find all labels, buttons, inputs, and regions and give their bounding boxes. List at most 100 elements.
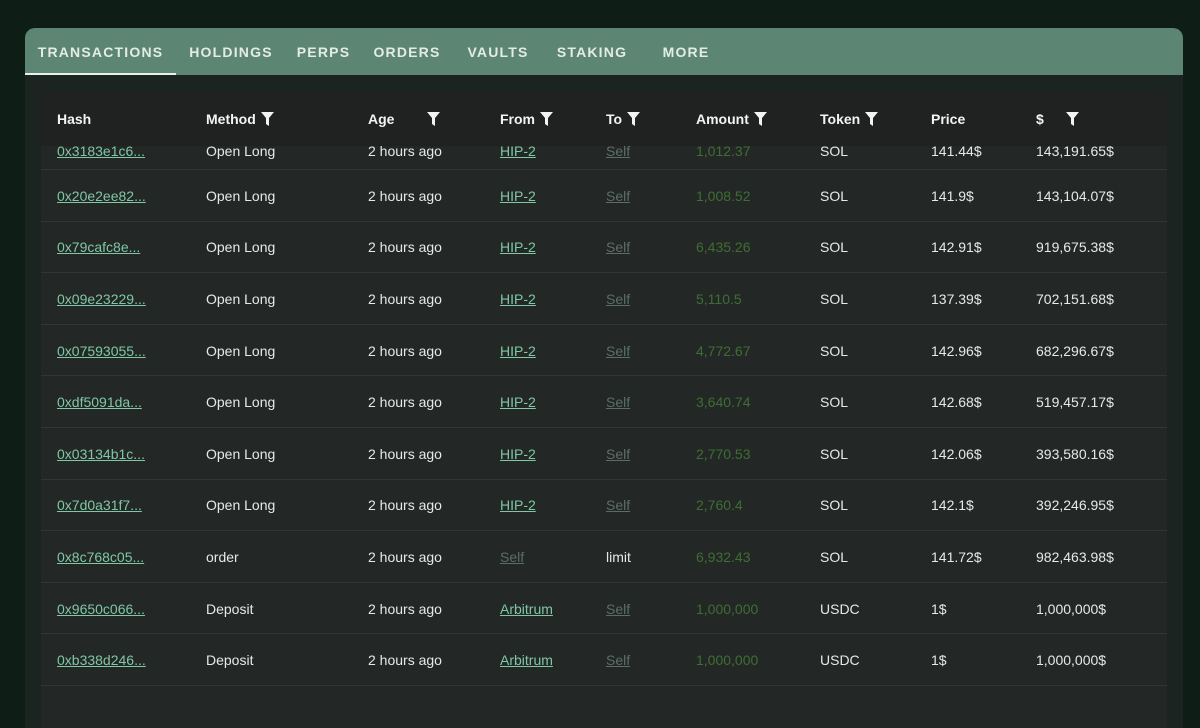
- column-header-label: Method: [206, 111, 256, 127]
- cell-to-link[interactable]: Self: [606, 394, 630, 410]
- cell-hash-link[interactable]: 0x8c768c05...: [57, 549, 144, 565]
- cell-to-link[interactable]: Self: [606, 143, 630, 159]
- table-cell: 0x3183e1c6...: [57, 132, 145, 170]
- cell-token: USDC: [820, 600, 860, 617]
- cell-hash-link[interactable]: 0x7d0a31f7...: [57, 497, 142, 513]
- cell-from-link[interactable]: HIP-2: [500, 446, 536, 462]
- tab-transactions[interactable]: TRANSACTIONS: [25, 28, 176, 75]
- table-cell: USDC: [820, 634, 860, 686]
- table-cell: HIP-2: [500, 325, 536, 377]
- filter-funnel-icon[interactable]: [260, 112, 274, 126]
- cell-age: 2 hours ago: [368, 600, 442, 617]
- table-cell: HIP-2: [500, 170, 536, 222]
- cell-to-link[interactable]: Self: [606, 601, 630, 617]
- filter-funnel-icon[interactable]: [540, 112, 553, 126]
- cell-amount: 1,000,000: [696, 652, 759, 669]
- tab-staking[interactable]: STAKING: [543, 28, 641, 75]
- cell-age: 2 hours ago: [368, 342, 442, 359]
- filter-funnel-icon[interactable]: [865, 112, 879, 126]
- cell-to-link[interactable]: Self: [606, 188, 630, 204]
- table-cell: Open Long: [206, 132, 275, 170]
- table-cell: order: [206, 531, 239, 583]
- cell-price: 142.68$: [931, 394, 982, 411]
- cell-from-link[interactable]: HIP-2: [500, 239, 536, 255]
- tab-perps[interactable]: PERPS: [286, 28, 361, 75]
- table-cell: Deposit: [206, 583, 253, 635]
- cell-token: USDC: [820, 652, 860, 669]
- cell-age: 2 hours ago: [368, 187, 442, 204]
- cell-usd: 393,580.16$: [1036, 445, 1114, 462]
- tab-more[interactable]: MORE: [641, 28, 731, 75]
- cell-to-link[interactable]: Self: [606, 343, 630, 359]
- table-cell: 143,191.65$: [1036, 132, 1114, 170]
- cell-hash-link[interactable]: 0x03134b1c...: [57, 446, 145, 462]
- table-row: 0x09e23229... Open Long 2 hours ago HIP-2 Se…: [41, 273, 1167, 325]
- cell-hash-link[interactable]: 0x9650c066...: [57, 601, 145, 617]
- table-cell: 1$: [931, 583, 947, 635]
- column-header-label: Amount: [696, 111, 749, 127]
- cell-from-link[interactable]: Arbitrum: [500, 601, 553, 617]
- tab-orders[interactable]: ORDERS: [361, 28, 453, 75]
- table-cell: HIP-2: [500, 428, 536, 480]
- cell-to-link[interactable]: Self: [606, 652, 630, 668]
- tab-vaults[interactable]: VAULTS: [453, 28, 543, 75]
- table-cell: 702,151.68$: [1036, 273, 1114, 325]
- cell-to-link[interactable]: Self: [606, 239, 630, 255]
- filter-funnel-icon[interactable]: [427, 112, 441, 126]
- cell-hash-link[interactable]: 0xb338d246...: [57, 652, 146, 668]
- table-cell: 2 hours ago: [368, 132, 442, 170]
- table-cell: Open Long: [206, 376, 275, 428]
- column-header-label: Age: [368, 111, 395, 127]
- cell-to-link[interactable]: Self: [606, 291, 630, 307]
- cell-hash-link[interactable]: 0x09e23229...: [57, 291, 146, 307]
- cell-hash-link[interactable]: 0x20e2ee82...: [57, 188, 146, 204]
- cell-from-link[interactable]: HIP-2: [500, 497, 536, 513]
- cell-usd: 919,675.38$: [1036, 239, 1114, 256]
- cell-amount: 6,932.43: [696, 548, 751, 565]
- table-cell: Open Long: [206, 170, 275, 222]
- cell-hash-link[interactable]: 0x3183e1c6...: [57, 143, 145, 159]
- table-cell: Open Long: [206, 273, 275, 325]
- table-cell: 0x79cafc8e...: [57, 222, 140, 274]
- table-cell: Deposit: [206, 634, 253, 686]
- cell-to: limit: [606, 548, 631, 565]
- table-cell: Self: [606, 480, 630, 532]
- table-cell: Arbitrum: [500, 583, 553, 635]
- cell-to-link[interactable]: Self: [606, 446, 630, 462]
- column-header-label: From: [500, 111, 535, 127]
- cell-age: 2 hours ago: [368, 143, 442, 159]
- table-cell: SOL: [820, 325, 848, 377]
- table-cell: 3,640.74: [696, 376, 751, 428]
- cell-from-link[interactable]: HIP-2: [500, 188, 536, 204]
- tab-bar: TRANSACTIONS HOLDINGS PERPS ORDERS VAULTS STA…: [25, 28, 1183, 75]
- cell-usd: 143,104.07$: [1036, 187, 1114, 204]
- cell-price: 141.44$: [931, 143, 982, 159]
- cell-to-link[interactable]: Self: [606, 497, 630, 513]
- table-row: 0x07593055... Open Long 2 hours ago HIP-2 Se…: [41, 325, 1167, 377]
- cell-from-link[interactable]: HIP-2: [500, 343, 536, 359]
- column-header-label: $: [1036, 111, 1044, 127]
- cell-hash-link[interactable]: 0x79cafc8e...: [57, 239, 140, 255]
- table-cell: 5,110.5: [696, 273, 742, 325]
- cell-method: Deposit: [206, 600, 254, 617]
- cell-from-link[interactable]: Self: [500, 549, 524, 565]
- table-cell: 142.91$: [931, 222, 982, 274]
- table-cell: Open Long: [206, 222, 275, 274]
- cell-from-link[interactable]: HIP-2: [500, 143, 536, 159]
- cell-from-link[interactable]: Arbitrum: [500, 652, 553, 668]
- table-cell: 143,104.07$: [1036, 170, 1114, 222]
- cell-hash-link[interactable]: 0xdf5091da...: [57, 394, 142, 410]
- cell-from-link[interactable]: HIP-2: [500, 394, 536, 410]
- table-cell: Self: [606, 583, 630, 635]
- filter-funnel-icon[interactable]: [753, 112, 767, 126]
- cell-hash-link[interactable]: 0x07593055...: [57, 343, 146, 359]
- cell-price: 1$: [931, 600, 947, 617]
- cell-price: 142.91$: [931, 239, 982, 256]
- filter-funnel-icon[interactable]: [627, 112, 641, 126]
- cell-from-link[interactable]: HIP-2: [500, 291, 536, 307]
- tab-holdings[interactable]: HOLDINGS: [176, 28, 286, 75]
- table-cell: SOL: [820, 222, 848, 274]
- filter-funnel-icon[interactable]: [1065, 112, 1079, 126]
- table-cell: Self: [606, 325, 630, 377]
- cell-amount: 6,435.26: [696, 239, 751, 256]
